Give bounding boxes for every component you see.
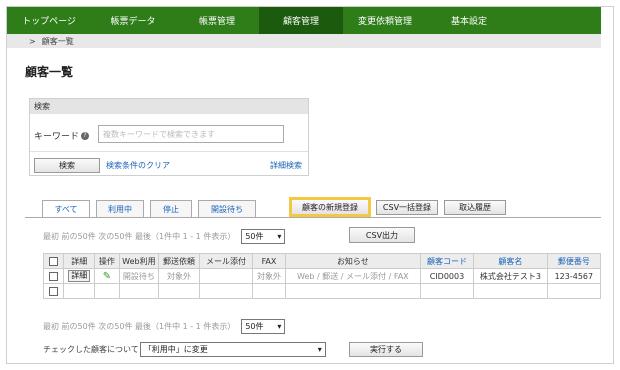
col-operation: 操作 [94, 253, 120, 269]
empty-cell [546, 283, 602, 299]
empty-cell [198, 283, 254, 299]
detail-cell: 詳細 [63, 268, 96, 284]
advanced-search-link[interactable]: 詳細検索 [270, 160, 302, 171]
customer-code-cell: CID0003 [419, 268, 475, 284]
row-checkbox[interactable] [49, 271, 59, 281]
select-all-cell [42, 253, 65, 269]
col-web: Web利用 [118, 253, 160, 269]
tab-pending[interactable]: 開設待ち [198, 200, 256, 217]
zip-cell: 123-4567 [546, 268, 602, 284]
help-icon[interactable]: ? [81, 131, 90, 140]
operation-cell: ✎ [94, 268, 120, 284]
col-fax: FAX [252, 253, 286, 269]
table-header-row: 詳細 操作 Web利用 郵送依頼 メール添付 FAX お知らせ 顧客コード 顧客… [42, 253, 602, 269]
tab-underline [25, 217, 601, 218]
select-all-checkbox[interactable] [49, 256, 59, 266]
customer-table: 詳細 操作 Web利用 郵送依頼 メール添付 FAX お知らせ 顧客コード 顧客… [42, 253, 602, 299]
search-panel-header: 検索 [30, 99, 308, 114]
per-page-select-bottom[interactable]: 50件 ▾ [241, 319, 286, 334]
empty-cell [252, 283, 286, 299]
nav-form-management[interactable]: 帳票管理 [175, 7, 259, 34]
col-zip[interactable]: 郵便番号 [546, 253, 602, 269]
empty-select-cell [42, 283, 65, 299]
bulk-action-bar: チェックした顧客について 「利用中」に変更 ▾ [43, 342, 326, 357]
top-nav: トップページ 帳票データ 帳票管理 顧客管理 変更依頼管理 基本設定 [7, 7, 601, 34]
col-customer-code[interactable]: 顧客コード [419, 253, 475, 269]
search-divider [30, 151, 308, 152]
empty-cell [284, 283, 421, 299]
mail-request-cell: 対象外 [158, 268, 200, 284]
row-select-cell [42, 268, 65, 284]
empty-cell [158, 283, 200, 299]
new-customer-button[interactable]: 顧客の新規登録 [292, 200, 368, 214]
pager-bottom: 最初 前の50件 次の50件 最後（1件中 1 - 1 件表示） 50件 ▾ [43, 319, 286, 334]
csv-bulk-register-button[interactable]: CSV一括登録 [376, 200, 438, 215]
empty-cell [63, 283, 96, 299]
page-title: 顧客一覧 [25, 65, 74, 79]
table-row: 詳細 ✎ 開設待ち 対象外 対象外 Web / 郵送 / メール添付 / FAX… [42, 268, 602, 284]
nav-top-page[interactable]: トップページ [7, 7, 91, 34]
app-frame: トップページ 帳票データ 帳票管理 顧客管理 変更依頼管理 基本設定 > 顧客一… [6, 6, 614, 364]
clear-conditions-link[interactable]: 検索条件のクリア [106, 160, 170, 171]
csv-export-button[interactable]: CSV出力 [349, 227, 415, 243]
per-page-value: 50件 [245, 322, 264, 331]
search-button[interactable]: 検索 [34, 158, 100, 173]
detail-button[interactable]: 詳細 [68, 270, 91, 282]
tab-all[interactable]: すべて [42, 200, 90, 217]
customer-name-cell: 株式会社テスト3 [473, 268, 548, 284]
breadcrumb: > 顧客一覧 [7, 34, 601, 48]
web-cell: 開設待ち [118, 268, 160, 284]
fax-cell: 対象外 [252, 268, 286, 284]
bulk-action-label: チェックした顧客について [43, 345, 139, 354]
nav-customer-management[interactable]: 顧客管理 [259, 7, 343, 34]
col-mail-request: 郵送依頼 [158, 253, 200, 269]
import-history-button[interactable]: 取込履歴 [444, 200, 506, 215]
empty-row-checkbox[interactable] [49, 286, 59, 296]
breadcrumb-current: 顧客一覧 [41, 36, 74, 46]
breadcrumb-separator: > [29, 36, 36, 46]
table-row-empty [42, 283, 602, 299]
empty-cell [118, 283, 160, 299]
email-attach-cell [198, 268, 254, 284]
execute-button[interactable]: 実行する [349, 342, 423, 357]
new-customer-highlight: 顧客の新規登録 [289, 197, 371, 217]
per-page-select-top[interactable]: 50件 ▾ [241, 229, 286, 244]
nav-form-data[interactable]: 帳票データ [91, 7, 175, 34]
col-customer-name[interactable]: 顧客名 [473, 253, 548, 269]
notice-cell: Web / 郵送 / メール添付 / FAX [284, 268, 421, 284]
pager-top-text: 最初 前の50件 次の50件 最後（1件中 1 - 1 件表示） [43, 232, 236, 241]
bulk-action-select[interactable]: 「利用中」に変更 ▾ [139, 342, 326, 357]
col-email-attach: メール添付 [198, 253, 254, 269]
empty-cell [419, 283, 475, 299]
nav-change-requests[interactable]: 変更依頼管理 [343, 7, 427, 34]
empty-cell [473, 283, 548, 299]
per-page-value: 50件 [245, 232, 264, 241]
empty-cell [94, 283, 120, 299]
col-notice: お知らせ [284, 253, 421, 269]
keyword-label: キーワード ? [34, 129, 90, 142]
keyword-input[interactable]: 複数キーワードで検索できます [98, 125, 284, 143]
tab-in-use[interactable]: 利用中 [96, 200, 144, 217]
nav-basic-settings[interactable]: 基本設定 [427, 7, 511, 34]
keyword-label-text: キーワード [34, 132, 80, 142]
chevron-down-icon: ▾ [277, 232, 282, 241]
status-tabs: すべて 利用中 停止 開設待ち [42, 200, 256, 217]
pencil-icon[interactable]: ✎ [103, 271, 111, 282]
chevron-down-icon: ▾ [317, 345, 322, 354]
pager-top: 最初 前の50件 次の50件 最後（1件中 1 - 1 件表示） 50件 ▾ [43, 229, 286, 244]
col-detail: 詳細 [63, 253, 96, 269]
bulk-action-value: 「利用中」に変更 [143, 345, 208, 354]
tab-stopped[interactable]: 停止 [150, 200, 192, 217]
search-panel: 検索 キーワード ? 複数キーワードで検索できます 検索 検索条件のクリア 詳細… [29, 98, 309, 176]
chevron-down-icon: ▾ [277, 322, 282, 331]
pager-bottom-text: 最初 前の50件 次の50件 最後（1件中 1 - 1 件表示） [43, 322, 236, 331]
